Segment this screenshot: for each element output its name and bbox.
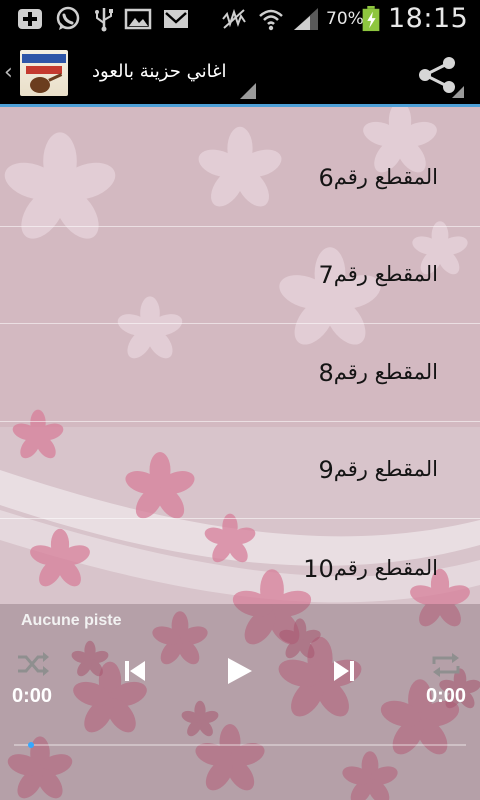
track-title: المقطع رقم bbox=[333, 457, 438, 481]
track-title: المقطع رقم bbox=[333, 165, 438, 189]
track-title: المقطع رقم bbox=[333, 360, 438, 384]
add-icon bbox=[18, 9, 42, 29]
elapsed-time: 0:00 bbox=[12, 685, 53, 707]
track-number: 9 bbox=[318, 456, 334, 484]
dropdown-corner-icon bbox=[240, 83, 256, 99]
seek-bar[interactable] bbox=[14, 742, 466, 748]
track-row[interactable]: 10المقطع رقم bbox=[0, 507, 480, 604]
play-icon[interactable] bbox=[226, 656, 254, 686]
track-list: 6المقطع رقم 7المقطع رقم 8المقطع رقم 9الم… bbox=[0, 107, 480, 604]
track-label: 10المقطع رقم bbox=[295, 555, 438, 583]
track-number: 10 bbox=[303, 555, 334, 583]
action-bar-divider bbox=[0, 104, 480, 107]
track-label: 7المقطع رقم bbox=[310, 261, 438, 289]
status-bar: 70% 18:15 bbox=[0, 0, 480, 38]
battery-icon bbox=[362, 6, 380, 32]
track-number: 6 bbox=[318, 164, 334, 192]
track-row[interactable]: 7المقطع رقم bbox=[0, 227, 480, 324]
picture-icon bbox=[124, 8, 152, 30]
track-label: 9المقطع رقم bbox=[310, 456, 438, 484]
overflow-corner-icon bbox=[452, 86, 464, 98]
track-number: 8 bbox=[318, 359, 334, 387]
track-label: 6المقطع رقم bbox=[310, 164, 438, 192]
track-row[interactable]: 9المقطع رقم bbox=[0, 422, 480, 519]
track-row[interactable]: 8المقطع رقم bbox=[0, 325, 480, 422]
track-title: المقطع رقم bbox=[333, 262, 438, 286]
whatsapp-icon bbox=[56, 6, 80, 30]
track-label: 8المقطع رقم bbox=[310, 359, 438, 387]
player-panel: Aucune piste 0:00 0:00 bbox=[0, 604, 480, 800]
seek-track bbox=[14, 744, 466, 746]
mail-icon bbox=[164, 10, 188, 28]
shuffle-icon[interactable] bbox=[16, 650, 50, 678]
usb-icon bbox=[95, 8, 113, 32]
wifi-icon bbox=[259, 9, 283, 31]
track-title: المقطع رقم bbox=[333, 556, 438, 580]
battery-percent: 70% bbox=[326, 9, 364, 29]
mute-icon bbox=[222, 8, 246, 29]
app-logo-icon[interactable] bbox=[20, 50, 68, 96]
seek-thumb[interactable] bbox=[28, 742, 34, 748]
track-number: 7 bbox=[318, 261, 334, 289]
total-time: 0:00 bbox=[426, 685, 467, 707]
next-icon[interactable] bbox=[333, 659, 355, 683]
player-status: Aucune piste bbox=[21, 612, 122, 629]
clock: 18:15 bbox=[388, 3, 469, 34]
repeat-icon[interactable] bbox=[430, 650, 462, 680]
track-row[interactable]: 6المقطع رقم bbox=[0, 130, 480, 227]
signal-icon bbox=[294, 8, 318, 30]
chevron-left-icon[interactable]: ‹ bbox=[4, 60, 13, 85]
app-title: اغاني حزينة بالعود bbox=[92, 61, 227, 82]
previous-icon[interactable] bbox=[124, 659, 146, 683]
